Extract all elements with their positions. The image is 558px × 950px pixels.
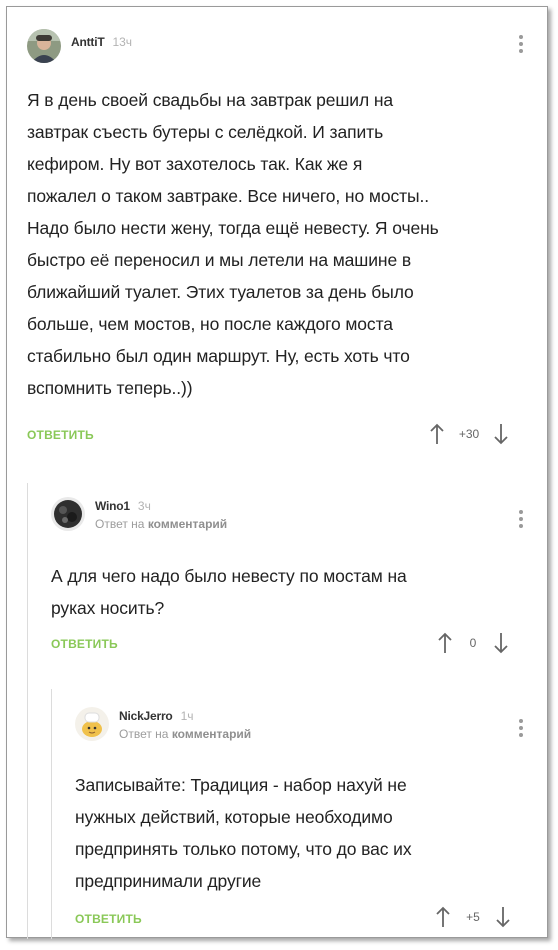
timestamp: 13ч <box>112 35 133 49</box>
thread-line <box>27 483 28 939</box>
text-line: руках носить? <box>51 598 165 618</box>
reply-to-info: Ответ на комментарий <box>119 727 251 741</box>
text-line: А для чего надо было невесту по мостам н… <box>51 566 407 586</box>
author-name[interactable]: Wino1 <box>95 499 130 513</box>
text-line: завтрак съесть бутеры с селёдкой. И запи… <box>27 122 384 142</box>
more-menu-icon[interactable] <box>517 510 525 528</box>
timestamp: 1ч <box>180 709 194 723</box>
comment-header: Wino1 3ч Ответ на комментарий <box>51 497 227 531</box>
text-line: Записывайте: Традиция - набор нахуй не <box>75 775 407 795</box>
timestamp: 3ч <box>137 499 151 513</box>
vote-controls: +5 <box>435 906 511 928</box>
downvote-arrow-icon[interactable] <box>493 423 509 445</box>
comment-header: NickJerro 1ч Ответ на комментарий <box>75 707 251 741</box>
reply-button[interactable]: ОТВЕТИТЬ <box>51 637 118 651</box>
rating-value: +5 <box>466 910 480 924</box>
text-line: стабильно был один маршрут. Ну, есть хот… <box>27 346 410 366</box>
thread-line <box>51 689 52 939</box>
reply-to-link[interactable]: комментарий <box>148 517 227 531</box>
comment-header: AnttiT 13ч <box>27 29 132 63</box>
comment-text: Записывайте: Традиция - набор нахуй не н… <box>75 769 412 897</box>
reply-to-prefix: Ответ на <box>119 727 169 741</box>
text-line: больше, чем мостов, но после каждого мос… <box>27 314 393 334</box>
reply-button[interactable]: ОТВЕТИТЬ <box>27 428 94 442</box>
text-line: предпринять только потому, что до вас их <box>75 839 412 859</box>
downvote-arrow-icon[interactable] <box>495 906 511 928</box>
upvote-arrow-icon[interactable] <box>435 906 451 928</box>
reply-to-prefix: Ответ на <box>95 517 145 531</box>
author-name[interactable]: AnttiT <box>71 35 105 49</box>
comment-text: А для чего надо было невесту по мостам н… <box>51 560 407 624</box>
upvote-arrow-icon[interactable] <box>429 423 445 445</box>
text-line: предпринимали другие <box>75 871 262 891</box>
reply-to-link[interactable]: комментарий <box>172 727 251 741</box>
avatar[interactable] <box>27 29 61 63</box>
text-line: быстро её переносил и мы летели на машин… <box>27 250 412 270</box>
text-line: Надо было нести жену, тогда ещё невесту.… <box>27 218 439 238</box>
text-line: вспомнить теперь..)) <box>27 378 193 398</box>
text-line: кефиром. Ну вот захотелось так. Как же я <box>27 154 363 174</box>
text-line: пожалел о таком завтраке. Все ничего, но… <box>27 186 430 206</box>
text-line: Я в день своей свадьбы на завтрак решил … <box>27 90 394 110</box>
rating-value: 0 <box>469 636 477 650</box>
more-menu-icon[interactable] <box>517 719 525 737</box>
downvote-arrow-icon[interactable] <box>493 632 509 654</box>
reply-button[interactable]: ОТВЕТИТЬ <box>75 912 142 926</box>
upvote-arrow-icon[interactable] <box>437 632 453 654</box>
text-line: нужных действий, которые необходимо <box>75 807 393 827</box>
text-line: ближайший туалет. Этих туалетов за день … <box>27 282 414 302</box>
comment-thread: AnttiT 13ч Я в день своей свадьбы на зав… <box>6 6 548 939</box>
author-name[interactable]: NickJerro <box>119 709 173 723</box>
comment-text: Я в день своей свадьбы на завтрак решил … <box>27 84 439 404</box>
avatar[interactable] <box>51 497 85 531</box>
rating-value: +30 <box>458 427 480 441</box>
vote-controls: 0 <box>437 632 509 654</box>
avatar[interactable] <box>75 707 109 741</box>
more-menu-icon[interactable] <box>517 35 525 53</box>
vote-controls: +30 <box>429 423 509 445</box>
reply-to-info: Ответ на комментарий <box>95 517 227 531</box>
